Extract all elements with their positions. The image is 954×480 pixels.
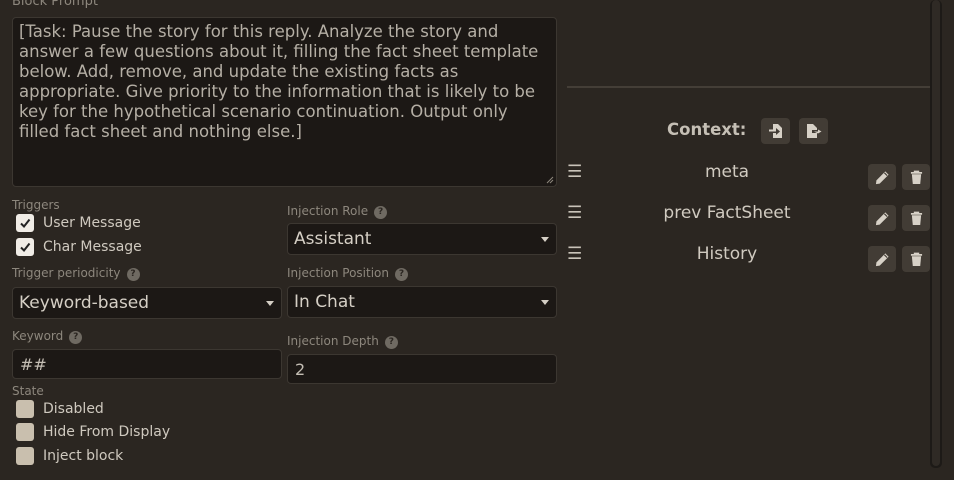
drag-handle-icon[interactable]: ☰: [567, 244, 582, 264]
context-item-name: History: [696, 244, 758, 264]
drag-handle-icon[interactable]: ☰: [567, 203, 582, 223]
injection-position-value: In Chat: [294, 292, 355, 312]
state-hide-from-display[interactable]: Hide From Display: [16, 423, 170, 441]
hide-from-display-checkbox[interactable]: [16, 423, 34, 441]
delete-button[interactable]: [902, 246, 930, 272]
user-message-label: User Message: [43, 215, 141, 231]
triggers-label: Triggers: [12, 198, 60, 212]
disabled-checkbox[interactable]: [16, 400, 34, 418]
state-disabled[interactable]: Disabled: [16, 400, 104, 418]
injection-position-select[interactable]: In Chat: [287, 286, 557, 318]
injection-position-label-row: Injection Position?: [287, 266, 408, 281]
import-button[interactable]: [761, 118, 790, 144]
chevron-down-icon: [541, 300, 549, 305]
edit-button[interactable]: [868, 164, 896, 190]
injection-depth-input[interactable]: 2: [287, 354, 557, 384]
block-prompt-text: [Task: Pause the story for this reply. A…: [19, 22, 539, 141]
state-inject-block[interactable]: Inject block: [16, 447, 123, 465]
injection-position-label: Injection Position: [287, 266, 389, 280]
trigger-periodicity-label: Trigger periodicity: [12, 266, 121, 280]
trigger-periodicity-value: Keyword-based: [19, 293, 150, 313]
pencil-icon: [875, 170, 889, 184]
help-icon[interactable]: ?: [384, 336, 398, 349]
file-export-icon: [806, 124, 821, 138]
pencil-icon: [875, 211, 889, 225]
trigger-periodicity-select[interactable]: Keyword-based: [12, 287, 282, 319]
delete-button[interactable]: [902, 164, 930, 190]
edit-button[interactable]: [868, 246, 896, 272]
drag-handle-icon[interactable]: ☰: [567, 162, 582, 182]
trigger-periodicity-label-row: Trigger periodicity?: [12, 266, 140, 281]
block-prompt-label: Block Prompt: [12, 0, 98, 9]
state-label: State: [12, 384, 44, 398]
checkmark-icon: [20, 242, 31, 253]
trash-icon: [910, 170, 922, 184]
trigger-user-message[interactable]: User Message: [16, 214, 141, 232]
char-message-checkbox[interactable]: [16, 238, 34, 256]
chevron-down-icon: [541, 237, 549, 242]
divider: [567, 86, 930, 88]
trigger-char-message[interactable]: Char Message: [16, 238, 142, 256]
trash-icon: [910, 252, 922, 266]
block-editor-panel: Block Prompt [Task: Pause the story for …: [0, 0, 954, 480]
scrollbar-thumb[interactable]: [932, 0, 940, 466]
context-item-name: prev FactSheet: [663, 203, 791, 223]
inject-block-checkbox[interactable]: [16, 447, 34, 465]
pencil-icon: [875, 252, 889, 266]
user-message-checkbox[interactable]: [16, 214, 34, 232]
checkmark-icon: [20, 218, 31, 229]
trash-icon: [910, 211, 922, 225]
help-icon[interactable]: ?: [126, 268, 140, 281]
hide-from-display-label: Hide From Display: [43, 424, 171, 440]
help-icon[interactable]: ?: [69, 331, 83, 344]
chevron-down-icon: [266, 301, 274, 306]
injection-role-select[interactable]: Assistant: [287, 223, 557, 255]
resize-grip-icon[interactable]: [546, 176, 554, 184]
block-prompt-textarea[interactable]: [Task: Pause the story for this reply. A…: [12, 17, 557, 187]
disabled-label: Disabled: [43, 401, 104, 417]
injection-depth-label: Injection Depth: [287, 334, 379, 348]
injection-role-label: Injection Role: [287, 204, 369, 218]
keyword-input[interactable]: ##: [12, 349, 282, 379]
delete-button[interactable]: [902, 205, 930, 231]
injection-depth-label-row: Injection Depth?: [287, 334, 398, 349]
injection-role-label-row: Injection Role?: [287, 204, 388, 219]
char-message-label: Char Message: [43, 239, 142, 255]
context-item-name: meta: [704, 162, 750, 182]
help-icon[interactable]: ?: [394, 268, 408, 281]
inject-block-label: Inject block: [43, 448, 124, 464]
edit-button[interactable]: [868, 205, 896, 231]
keyword-label: Keyword: [12, 329, 64, 343]
export-button[interactable]: [799, 118, 828, 144]
help-icon[interactable]: ?: [374, 206, 388, 219]
keyword-label-row: Keyword?: [12, 329, 83, 344]
context-title: Context:: [667, 120, 747, 139]
injection-role-value: Assistant: [294, 229, 372, 249]
file-import-icon: [768, 124, 782, 138]
